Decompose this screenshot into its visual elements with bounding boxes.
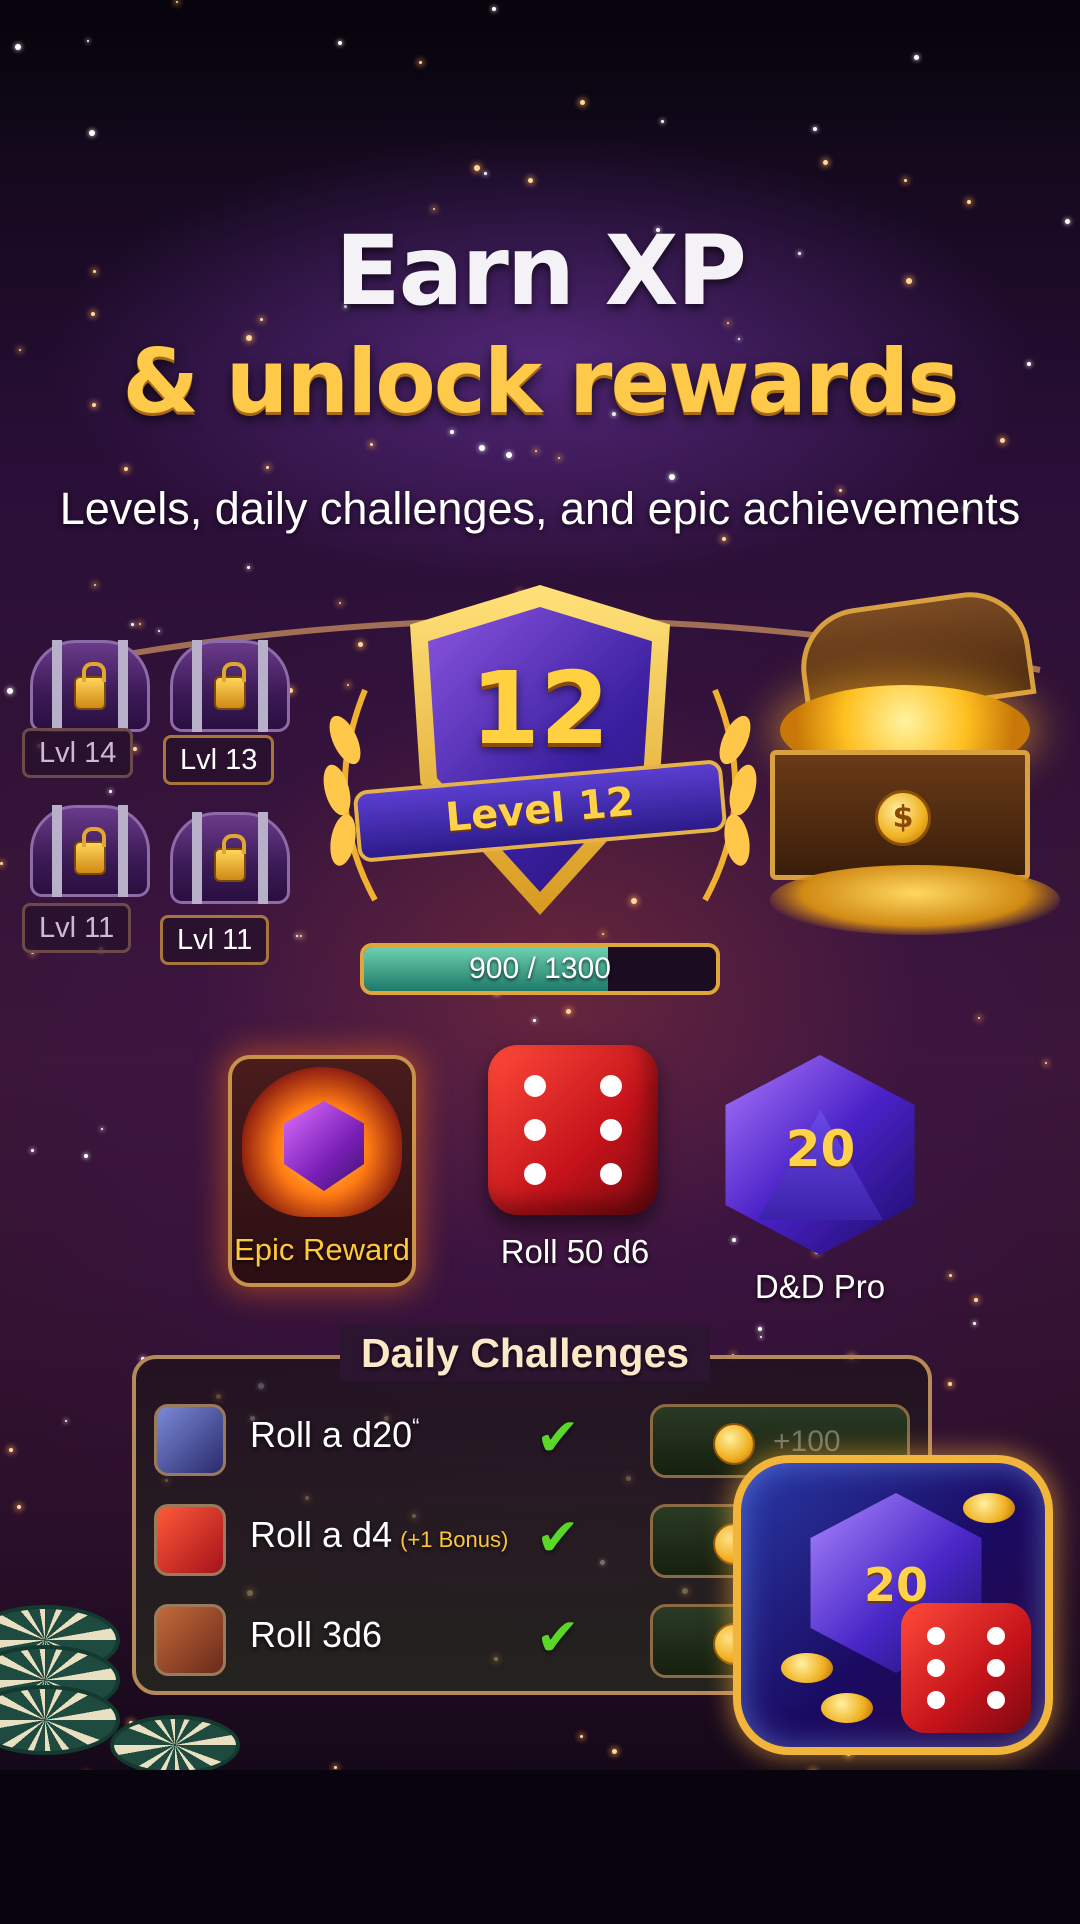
star-sparkle (580, 100, 585, 105)
lock-icon (74, 827, 106, 875)
epic-reward-card[interactable]: Epic Reward (228, 1055, 416, 1287)
star-sparkle (967, 200, 971, 204)
star-sparkle (974, 1298, 978, 1302)
star-sparkle (133, 747, 137, 751)
challenge-label: Roll a d20“ (250, 1414, 420, 1455)
star-sparkle (1000, 438, 1005, 443)
star-sparkle (109, 790, 112, 793)
star-sparkle (612, 1749, 617, 1754)
locked-chest[interactable] (30, 640, 150, 735)
star-sparkle (474, 165, 480, 171)
xp-progress-bar: 900 / 1300 (360, 943, 720, 995)
star-sparkle (580, 1735, 583, 1738)
chest-level-tag: Lvl 14 (22, 728, 134, 778)
daily-challenges-title: Daily Challenges (340, 1325, 710, 1381)
star-sparkle (506, 452, 512, 458)
checkmark-icon: ✔ (536, 1408, 580, 1468)
dnd-pro-reward-label: D&D Pro (754, 1268, 886, 1305)
chest-level-tag: Lvl 11 (22, 903, 132, 953)
star-sparkle (479, 445, 485, 451)
chest-level-tag: Lvl 13 (163, 735, 275, 785)
xp-progress-text: 900 / 1300 (469, 952, 611, 985)
star-sparkle (813, 127, 817, 131)
locked-chest[interactable] (170, 640, 290, 735)
star-sparkle (101, 1128, 103, 1130)
epic-reward-label: Epic Reward (234, 1232, 410, 1267)
star-sparkle (949, 1274, 952, 1277)
star-sparkle (419, 61, 422, 64)
star-sparkle (722, 537, 726, 541)
star-sparkle (89, 130, 95, 136)
star-sparkle (823, 160, 828, 165)
star-sparkle (31, 1149, 34, 1152)
checkmark-icon: ✔ (536, 1508, 580, 1568)
star-sparkle (334, 1766, 337, 1769)
star-sparkle (7, 688, 13, 694)
bonus-tag: (+1 Bonus) (400, 1527, 509, 1552)
poker-chips-icon (0, 1585, 260, 1775)
star-sparkle (296, 935, 298, 937)
app-d6-icon (901, 1603, 1031, 1733)
star-sparkle (9, 1448, 13, 1452)
challenge-label: Roll 3d6 (250, 1614, 383, 1655)
star-sparkle (124, 467, 128, 471)
star-sparkle (65, 1420, 67, 1422)
level-number: 12 (470, 650, 610, 767)
roll-d6-reward-label: Roll 50 d6 (500, 1233, 650, 1270)
star-sparkle (433, 208, 435, 210)
star-sparkle (948, 1382, 952, 1386)
subtitle: Levels, daily challenges, and epic achie… (59, 483, 1021, 534)
d20-number: 20 (785, 1120, 856, 1178)
star-sparkle (266, 466, 269, 469)
star-sparkle (535, 450, 537, 452)
bottom-band (0, 1770, 1080, 1924)
star-sparkle (904, 179, 907, 182)
star-sparkle (760, 1336, 762, 1338)
star-sparkle (1045, 1062, 1047, 1064)
lock-icon (214, 834, 246, 882)
star-sparkle (370, 443, 373, 446)
d6-icon (154, 1504, 226, 1576)
claim-reward-amount: +100 (773, 1425, 841, 1458)
star-sparkle (300, 935, 302, 937)
level-badge: 12 Level 12 (315, 585, 765, 935)
app-icon[interactable]: 20 (733, 1455, 1053, 1755)
star-sparkle (758, 1327, 762, 1331)
star-sparkle (484, 172, 487, 175)
red-d6-die-icon[interactable] (488, 1045, 658, 1215)
lock-icon (74, 662, 106, 710)
dollar-coin-icon: $ (875, 790, 931, 846)
headline-unlock-rewards: & unlock rewards (122, 330, 959, 433)
star-sparkle (87, 40, 89, 42)
star-sparkle (973, 1322, 976, 1325)
star-sparkle (84, 1154, 88, 1158)
headline-earn-xp: Earn XP (335, 215, 747, 327)
star-sparkle (338, 41, 342, 45)
star-sparkle (566, 1009, 571, 1014)
star-sparkle (176, 1, 178, 3)
d20-icon (154, 1404, 226, 1476)
star-sparkle (528, 178, 533, 183)
star-sparkle (17, 1505, 21, 1509)
lock-icon (214, 662, 246, 710)
checkmark-icon: ✔ (536, 1608, 580, 1668)
star-sparkle (0, 862, 3, 865)
challenge-label: Roll a d4 (+1 Bonus) (250, 1514, 509, 1555)
star-sparkle (533, 1019, 536, 1022)
star-sparkle (492, 7, 496, 11)
chest-level-tag: Lvl 11 (160, 915, 270, 965)
star-sparkle (558, 457, 560, 459)
treasure-chest[interactable]: $ (770, 584, 1060, 960)
top-fade (0, 0, 1080, 150)
star-sparkle (978, 1017, 980, 1019)
star-sparkle (669, 474, 675, 480)
coin-icon (713, 1423, 755, 1465)
star-sparkle (732, 1238, 736, 1242)
locked-chest[interactable] (30, 805, 150, 900)
locked-chest[interactable] (170, 812, 290, 907)
coin-pile-icon (770, 865, 1060, 935)
star-sparkle (914, 55, 919, 60)
star-sparkle (15, 44, 21, 50)
star-sparkle (661, 120, 664, 123)
